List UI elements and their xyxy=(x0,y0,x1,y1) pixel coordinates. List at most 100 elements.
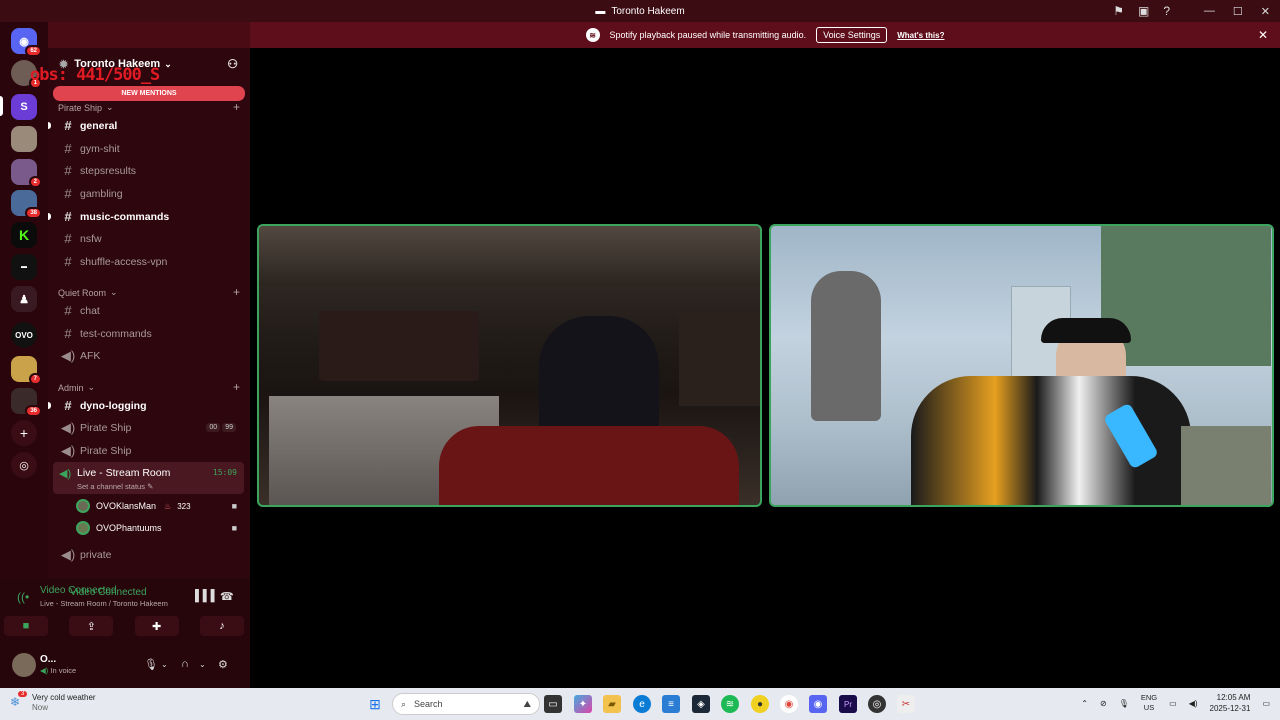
create-channel-icon[interactable]: + xyxy=(233,285,240,299)
server-avatar-3[interactable] xyxy=(11,126,37,152)
soundboard-button[interactable]: ♪ xyxy=(199,616,244,636)
speaker-icon: ◀) xyxy=(60,546,76,562)
chrome-icon[interactable]: ◉ xyxy=(780,695,798,713)
avatar[interactable] xyxy=(12,653,36,677)
server-avatar-10[interactable]: 7 xyxy=(11,356,42,385)
new-mentions-pill[interactable]: NEW MENTIONS xyxy=(53,86,245,101)
activities-button[interactable]: ✚ xyxy=(134,616,179,636)
app-icon-yellow[interactable]: ● xyxy=(751,695,769,713)
category-admin[interactable]: Admin ⌄ + xyxy=(58,380,240,394)
network-icon[interactable]: ⊘ xyxy=(1100,699,1107,708)
server-avatar-7[interactable]: ▬ xyxy=(11,254,37,280)
voice-user[interactable]: OVOPhantuums ■ xyxy=(76,521,241,535)
volume-icon[interactable]: ◀) xyxy=(1189,699,1198,708)
window-mode-icon[interactable]: ▣ xyxy=(1138,4,1149,18)
clock[interactable]: 12:05 AM 2025-12-31 xyxy=(1210,692,1251,714)
channel-live-stream-room[interactable]: ◀) Live - Stream Room Set a channel stat… xyxy=(53,462,244,494)
copilot-icon[interactable]: ✦ xyxy=(574,695,592,713)
close-window-icon[interactable]: ✕ xyxy=(1261,5,1270,18)
snipping-tool-icon[interactable]: ✂ xyxy=(897,695,915,713)
weather-widget[interactable]: ❄ 3 Very cold weather Now xyxy=(10,691,96,713)
channel-pirate-voice-2[interactable]: ◀) Pirate Ship xyxy=(54,440,244,461)
channel-chat[interactable]: # chat xyxy=(54,300,244,321)
channel-general[interactable]: # general xyxy=(48,115,244,136)
obs-icon[interactable]: ◎ xyxy=(868,695,886,713)
windows-start-icon[interactable]: ⊞ xyxy=(366,695,384,713)
window-controls: — ☐ ✕ xyxy=(1204,0,1270,22)
disconnect-icon[interactable]: ☎ xyxy=(220,590,234,603)
home-discord-icon[interactable]: ◉ 62 xyxy=(11,28,42,57)
avatar xyxy=(76,499,90,513)
file-explorer-icon[interactable]: ▰ xyxy=(603,695,621,713)
channel-steps[interactable]: # stepsresults xyxy=(54,160,244,181)
add-server-icon[interactable]: + xyxy=(11,420,37,446)
voice-location[interactable]: Live - Stream Room / Toronto Hakeem xyxy=(40,599,168,608)
spotify-notice: ≋ Spotify playback paused while transmit… xyxy=(250,22,1280,48)
discord-app-icon[interactable]: ◉ xyxy=(809,695,827,713)
soundboard-icon: ♪ xyxy=(219,620,225,632)
taskbar-search[interactable]: ⌕ Search ⛰ xyxy=(392,693,540,715)
channel-test[interactable]: # test-commands xyxy=(54,323,244,344)
noise-suppression-icon[interactable]: ▌▌▌ xyxy=(195,590,218,602)
display-icon[interactable]: ▭ xyxy=(1169,699,1177,708)
channel-music[interactable]: # music-commands xyxy=(48,206,244,227)
server-avatar-ovo[interactable]: OVO xyxy=(11,322,37,348)
user-panel: O... ◀) In voice 🎙 ⌄ ∩ ⌄ ⚙ xyxy=(0,644,250,688)
notepad-icon[interactable]: ≡ xyxy=(662,695,680,713)
voice-settings-button[interactable]: Voice Settings xyxy=(816,27,888,43)
chevron-down-icon[interactable]: ⌄ xyxy=(199,660,206,669)
signal-strength-icon[interactable]: ((• xyxy=(17,590,29,604)
channel-nsfw[interactable]: # nsfw xyxy=(54,228,244,249)
channel-afk[interactable]: ◀) AFK xyxy=(54,345,244,366)
channel-pirate-voice-1[interactable]: ◀) Pirate Ship 00 99 xyxy=(54,417,244,438)
server-avatar-8[interactable]: ♟ xyxy=(11,286,37,312)
voice-user[interactable]: OVOKlansMan ♨ 323 ■ xyxy=(76,499,241,513)
channel-shuffle[interactable]: # shuffle-access-vpn xyxy=(54,251,244,272)
voice-timer: 15:09 xyxy=(212,468,237,477)
server-avatar-11[interactable]: 36 xyxy=(11,388,42,417)
search-placeholder: Search xyxy=(414,699,443,709)
close-notice-icon[interactable]: ✕ xyxy=(1258,28,1268,42)
create-channel-icon[interactable]: + xyxy=(233,380,240,394)
channel-gambling[interactable]: # gambling xyxy=(54,183,244,204)
invite-user-icon[interactable]: ⚇ xyxy=(227,57,238,71)
microphone-icon[interactable]: 🎙 xyxy=(1119,699,1129,708)
maximize-icon[interactable]: ☐ xyxy=(1233,5,1243,18)
minimize-icon[interactable]: — xyxy=(1204,5,1215,17)
chevron-down-icon[interactable]: ⌄ xyxy=(161,660,168,669)
tray-overflow-icon[interactable]: ⌃ xyxy=(1081,699,1088,708)
notification-icon[interactable]: ▭ xyxy=(1262,699,1270,708)
voice-connected-label[interactable]: Video Connected xyxy=(40,585,117,596)
channel-status[interactable]: Set a channel status ✎ xyxy=(77,482,153,491)
app-icon-dark[interactable]: ◈ xyxy=(692,695,710,713)
channel-dyno[interactable]: # dyno-logging xyxy=(48,395,244,416)
server-avatar-active[interactable]: S xyxy=(11,94,37,120)
screen-share-button[interactable]: ⇪ xyxy=(69,616,114,636)
language-indicator[interactable]: ENG US xyxy=(1141,693,1157,713)
edge-icon[interactable]: e xyxy=(633,695,651,713)
speaker-icon: ◀) xyxy=(59,468,72,480)
help-icon[interactable]: ? xyxy=(1163,4,1170,18)
gear-icon[interactable]: ⚙ xyxy=(218,658,228,671)
headphones-icon[interactable]: ∩ xyxy=(181,658,189,670)
spotify-app-icon[interactable]: ≋ xyxy=(721,695,739,713)
inbox-flag-icon[interactable]: ⚑ xyxy=(1113,4,1124,18)
channel-gym[interactable]: # gym-shit xyxy=(54,138,244,159)
microphone-icon[interactable]: 🎙 xyxy=(144,658,158,671)
camera-button[interactable]: ■ xyxy=(4,616,48,636)
video-tile-2[interactable] xyxy=(769,224,1274,507)
discover-compass-icon[interactable]: ◎ xyxy=(11,452,37,478)
server-avatar-5[interactable]: 38 xyxy=(11,190,42,219)
server-avatar-4[interactable]: 2 xyxy=(11,159,42,188)
server-avatar-kick[interactable]: K xyxy=(11,222,37,248)
create-channel-icon[interactable]: + xyxy=(233,100,240,114)
username[interactable]: O... xyxy=(40,654,56,665)
channel-private[interactable]: ◀) private xyxy=(54,544,244,565)
video-tile-1[interactable] xyxy=(257,224,762,507)
category-quiet-room[interactable]: Quiet Room ⌄ + xyxy=(58,285,240,299)
premiere-icon[interactable]: Pr xyxy=(839,695,857,713)
category-pirate-ship[interactable]: Pirate Ship ⌄ + xyxy=(58,100,240,114)
spotify-icon: ≋ xyxy=(585,28,600,42)
whats-this-link[interactable]: What's this? xyxy=(897,31,944,40)
task-view-icon[interactable]: ▭ xyxy=(544,695,562,713)
